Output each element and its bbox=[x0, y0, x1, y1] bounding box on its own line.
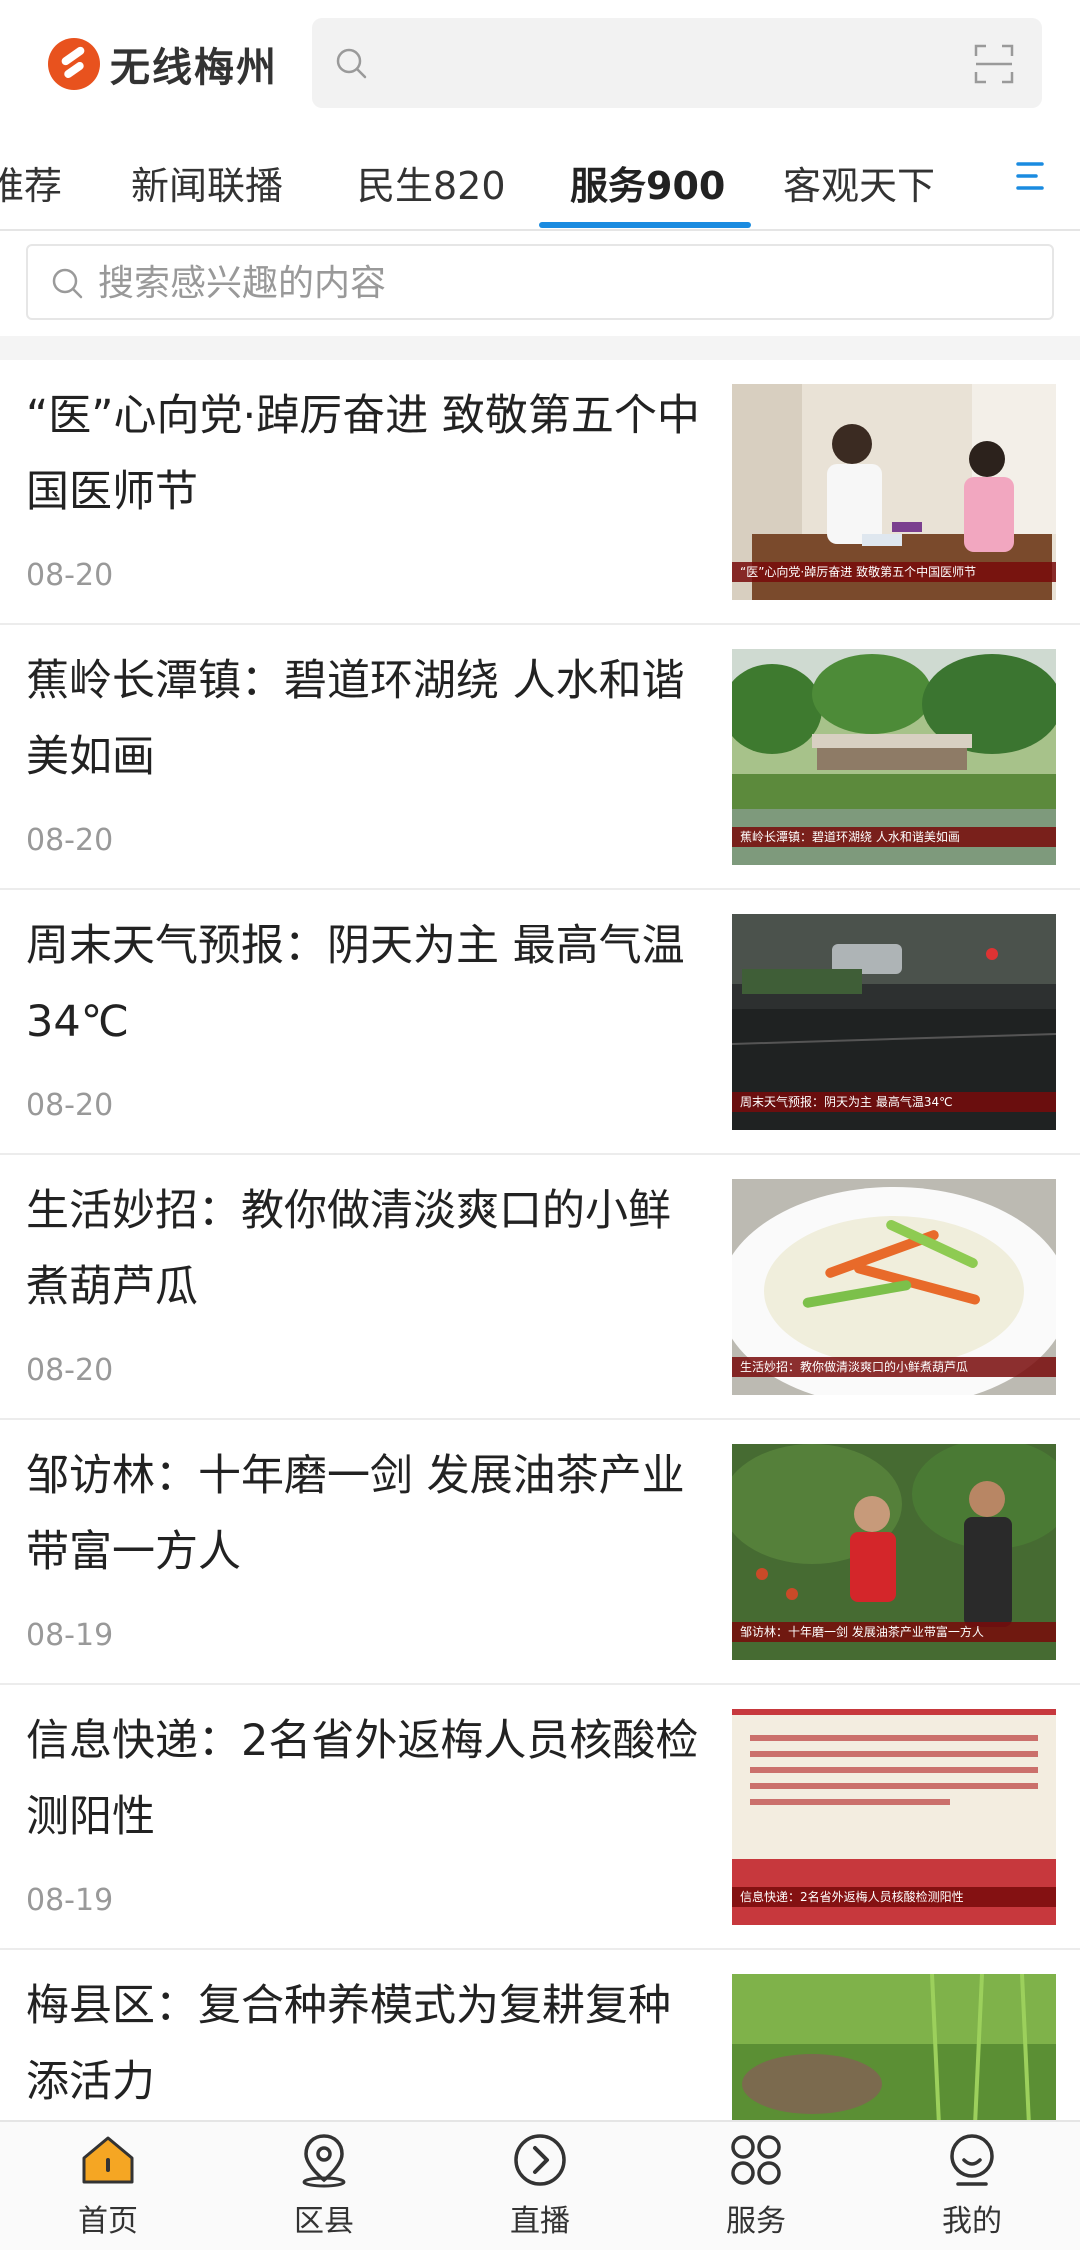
thumbnail-caption: 信息快递：2名省外返梅人员核酸检测阳性 bbox=[732, 1887, 1056, 1907]
tab-livelihood-820[interactable]: 民生820 bbox=[357, 155, 506, 210]
news-item[interactable]: “医”心向党·踔厉奋进 致敬第五个中国医师节 08-20 “医”心向党·踔厉奋进… bbox=[0, 360, 1080, 625]
scan-icon[interactable] bbox=[972, 42, 1016, 86]
bottom-navigation: 首页 区县 直播 服务 我的 bbox=[0, 2120, 1080, 2250]
news-item[interactable]: 蕉岭长潭镇：碧道环湖绕 人水和谐美如画 08-20 蕉岭长潭镇：碧道环湖绕 人水… bbox=[0, 625, 1080, 890]
thumbnail-caption: 周末天气预报：阴天为主 最高气温34℃ bbox=[732, 1092, 1056, 1112]
news-item[interactable]: 生活妙招：教你做清淡爽口的小鲜煮葫芦瓜 08-20 生活妙招：教你做清淡爽口的小… bbox=[0, 1155, 1080, 1420]
news-title[interactable]: 生活妙招：教你做清淡爽口的小鲜煮葫芦瓜 bbox=[26, 1173, 706, 1325]
tab-service-900[interactable]: 服务900 bbox=[570, 155, 725, 210]
news-date: 08-20 bbox=[26, 823, 114, 858]
nav-live[interactable]: 直播 bbox=[470, 2130, 610, 2246]
nav-service[interactable]: 服务 bbox=[686, 2130, 826, 2246]
nav-label: 首页 bbox=[78, 2204, 138, 2239]
news-item[interactable]: 周末天气预报：阴天为主 最高气温34℃ 08-20 周末天气预报：阴天为主 最高… bbox=[0, 890, 1080, 1155]
tab-news-broadcast[interactable]: 新闻联播 bbox=[131, 155, 283, 210]
tabs-divider bbox=[0, 229, 1080, 231]
news-title[interactable]: 信息快递：2名省外返梅人员核酸检测阳性 bbox=[26, 1703, 706, 1855]
home-icon bbox=[82, 2136, 134, 2184]
list-separator bbox=[0, 336, 1080, 360]
tab-objective-world[interactable]: 客观天下 bbox=[783, 155, 935, 210]
nav-home[interactable]: 首页 bbox=[38, 2130, 178, 2246]
nav-district[interactable]: 区县 bbox=[254, 2130, 394, 2246]
category-tabs: 推荐 新闻联播 民生820 服务900 客观天下 bbox=[0, 130, 1080, 230]
tab-recommend[interactable]: 推荐 bbox=[0, 155, 62, 210]
news-title[interactable]: 周末天气预报：阴天为主 最高气温34℃ bbox=[26, 908, 706, 1060]
news-thumbnail[interactable]: 生活妙招：教你做清淡爽口的小鲜煮葫芦瓜 bbox=[732, 1179, 1056, 1395]
news-item[interactable]: 邹访林：十年磨一剑 发展油茶产业带富一方人 08-19 邹访林：十年磨一剑 发展… bbox=[0, 1420, 1080, 1685]
app-name: 无线梅州 bbox=[110, 45, 278, 91]
app-logo: 无线梅州 bbox=[48, 36, 278, 92]
thumbnail-caption: 蕉岭长潭镇：碧道环湖绕 人水和谐美如画 bbox=[732, 827, 1056, 847]
news-thumbnail[interactable]: “医”心向党·踔厉奋进 致敬第五个中国医师节 bbox=[732, 384, 1056, 600]
grid-icon bbox=[731, 2135, 781, 2185]
news-thumbnail[interactable]: 蕉岭长潭镇：碧道环湖绕 人水和谐美如画 bbox=[732, 649, 1056, 865]
nav-mine[interactable]: 我的 bbox=[902, 2130, 1042, 2246]
news-title[interactable]: 蕉岭长潭镇：碧道环湖绕 人水和谐美如画 bbox=[26, 643, 706, 795]
news-thumbnail[interactable]: 信息快递：2名省外返梅人员核酸检测阳性 bbox=[732, 1709, 1056, 1925]
nav-label: 服务 bbox=[726, 2204, 786, 2239]
news-title[interactable]: “医”心向党·踔厉奋进 致敬第五个中国医师节 bbox=[26, 378, 706, 530]
user-icon bbox=[950, 2134, 994, 2186]
news-date: 08-20 bbox=[26, 1088, 114, 1123]
nav-label: 直播 bbox=[510, 2204, 570, 2239]
news-date: 08-19 bbox=[26, 1883, 114, 1918]
news-thumbnail[interactable]: 邹访林：十年磨一剑 发展油茶产业带富一方人 bbox=[732, 1444, 1056, 1660]
nav-label: 区县 bbox=[294, 2204, 354, 2239]
thumbnail-caption: “医”心向党·踔厉奋进 致敬第五个中国医师节 bbox=[732, 562, 1056, 582]
play-circle-icon bbox=[514, 2134, 566, 2186]
content-search-bar[interactable] bbox=[26, 244, 1054, 320]
thumbnail-caption: 邹访林：十年磨一剑 发展油茶产业带富一方人 bbox=[732, 1622, 1056, 1642]
news-thumbnail[interactable]: 周末天气预报：阴天为主 最高气温34℃ bbox=[732, 914, 1056, 1130]
news-item[interactable]: 信息快递：2名省外返梅人员核酸检测阳性 08-19 信息快递：2名省外返梅人员核… bbox=[0, 1685, 1080, 1950]
news-title[interactable]: 邹访林：十年磨一剑 发展油茶产业带富一方人 bbox=[26, 1438, 706, 1590]
news-date: 08-20 bbox=[26, 1353, 114, 1388]
thumbnail-caption: 生活妙招：教你做清淡爽口的小鲜煮葫芦瓜 bbox=[732, 1357, 1056, 1377]
search-icon bbox=[336, 48, 367, 79]
channel-menu-icon[interactable] bbox=[1012, 158, 1048, 194]
nav-label: 我的 bbox=[942, 2204, 1002, 2239]
active-tab-indicator bbox=[539, 222, 751, 228]
app-header: 无线梅州 bbox=[0, 0, 1080, 130]
news-date: 08-20 bbox=[26, 558, 114, 593]
top-search-box[interactable] bbox=[312, 18, 1042, 108]
news-date: 08-19 bbox=[26, 1618, 114, 1653]
search-input[interactable] bbox=[96, 254, 1000, 312]
location-icon bbox=[302, 2134, 346, 2188]
news-title[interactable]: 梅县区：复合种养模式为复耕复种添活力 bbox=[26, 1968, 706, 2120]
search-icon bbox=[52, 268, 83, 299]
logo-icon bbox=[48, 38, 100, 90]
